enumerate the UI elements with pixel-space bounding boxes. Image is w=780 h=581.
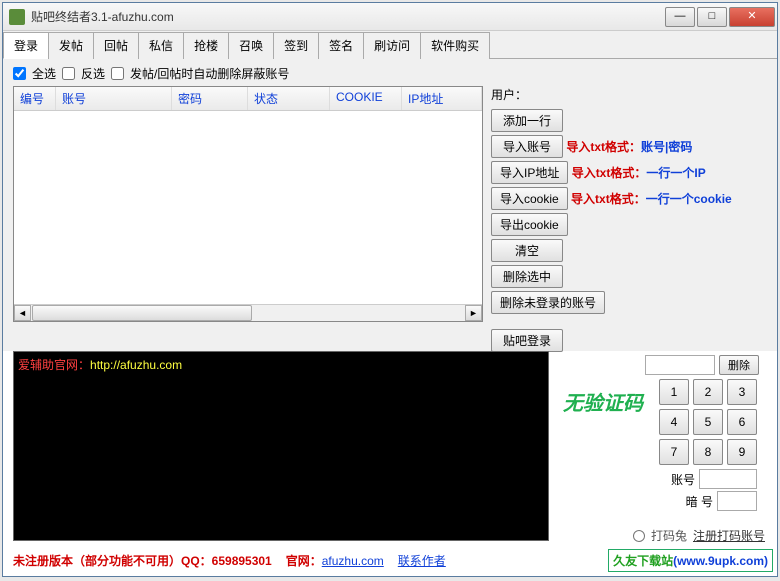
- th-password[interactable]: 密码: [172, 87, 248, 110]
- delete-captcha-button[interactable]: 删除: [719, 355, 759, 375]
- import-cookie-button[interactable]: 导入cookie: [491, 187, 568, 210]
- hint-ip-b: 一行一个IP: [646, 166, 705, 180]
- numpad-8[interactable]: 8: [693, 439, 723, 465]
- password-label: 暗 号: [686, 493, 713, 510]
- close-button[interactable]: ✕: [729, 7, 775, 27]
- invert-checkbox[interactable]: [62, 67, 75, 80]
- scroll-track[interactable]: [253, 305, 465, 321]
- dama-password-input[interactable]: [717, 491, 757, 511]
- lower-panel: 爱辅助官网：http://afuzhu.com 删除 无验证码 1 2 3 4 …: [3, 351, 777, 546]
- numpad-6[interactable]: 6: [727, 409, 757, 435]
- table-header: 编号 账号 密码 状态 COOKIE IP地址: [14, 87, 482, 111]
- select-all-checkbox[interactable]: [13, 67, 26, 80]
- tab-pm[interactable]: 私信: [138, 32, 184, 59]
- numpad-1[interactable]: 1: [659, 379, 689, 405]
- site-label: 官网：: [286, 554, 322, 568]
- console-url: http://afuzhu.com: [90, 358, 182, 372]
- delete-selected-button[interactable]: 删除选中: [491, 265, 563, 288]
- th-id[interactable]: 编号: [14, 87, 56, 110]
- titlebar[interactable]: 贴吧终结者3.1-afuzhu.com — □ ✕: [3, 3, 777, 31]
- tab-signature[interactable]: 签名: [318, 32, 364, 59]
- unregistered-label: 未注册版本（部分功能不可用）QQ：659895301: [13, 552, 272, 569]
- site-link[interactable]: afuzhu.com: [322, 554, 384, 568]
- app-icon: [9, 9, 25, 25]
- minimize-button[interactable]: —: [665, 7, 695, 27]
- scroll-right-icon[interactable]: ►: [465, 305, 482, 321]
- import-account-button[interactable]: 导入账号: [491, 135, 563, 158]
- tab-summon[interactable]: 召唤: [228, 32, 274, 59]
- scroll-thumb[interactable]: [32, 305, 252, 321]
- register-dama-link[interactable]: 注册打码账号: [693, 527, 765, 544]
- console-label: 爱辅助官网：: [18, 358, 90, 372]
- numpad-7[interactable]: 7: [659, 439, 689, 465]
- auto-delete-checkbox[interactable]: [111, 67, 124, 80]
- numpad-5[interactable]: 5: [693, 409, 723, 435]
- contact-link[interactable]: 联系作者: [398, 552, 446, 569]
- hint-acct-a: 导入txt格式：: [566, 140, 641, 154]
- import-ip-button[interactable]: 导入IP地址: [491, 161, 568, 184]
- dama-radio-label: 打码兔: [651, 527, 687, 544]
- hint-cookie-a: 导入txt格式：: [571, 192, 646, 206]
- watermark-name: 久友下载站: [613, 554, 673, 568]
- numpad-3[interactable]: 3: [727, 379, 757, 405]
- app-window: 贴吧终结者3.1-afuzhu.com — □ ✕ 登录 发帖 回帖 私信 抢楼…: [2, 2, 778, 577]
- dama-radio[interactable]: [633, 530, 645, 542]
- tab-grab[interactable]: 抢楼: [183, 32, 229, 59]
- table-body[interactable]: [14, 111, 482, 304]
- delete-unlogged-button[interactable]: 删除未登录的账号: [491, 291, 605, 314]
- captcha-input[interactable]: [645, 355, 715, 375]
- add-row-button[interactable]: 添加一行: [491, 109, 563, 132]
- maximize-button[interactable]: □: [697, 7, 727, 27]
- window-title: 贴吧终结者3.1-afuzhu.com: [31, 8, 665, 25]
- auto-delete-label: 发帖/回帖时自动删除屏蔽账号: [130, 65, 289, 82]
- captcha-panel: 删除 无验证码 1 2 3 4 5 6 7 8 9: [549, 351, 777, 546]
- scroll-left-icon[interactable]: ◄: [14, 305, 31, 321]
- tab-visit[interactable]: 刷访问: [363, 32, 421, 59]
- clear-button[interactable]: 清空: [491, 239, 563, 262]
- dama-account-input[interactable]: [699, 469, 757, 489]
- horizontal-scrollbar[interactable]: ◄ ►: [14, 304, 482, 321]
- th-status[interactable]: 状态: [248, 87, 330, 110]
- console-output[interactable]: 爱辅助官网：http://afuzhu.com: [13, 351, 549, 541]
- tab-buy[interactable]: 软件购买: [420, 32, 490, 59]
- export-cookie-button[interactable]: 导出cookie: [491, 213, 568, 236]
- tab-bar: 登录 发帖 回帖 私信 抢楼 召唤 签到 签名 刷访问 软件购买: [3, 31, 777, 59]
- select-all-label: 全选: [32, 65, 56, 82]
- account-label: 账号: [671, 471, 695, 488]
- numpad-9[interactable]: 9: [727, 439, 757, 465]
- th-account[interactable]: 账号: [56, 87, 172, 110]
- hint-cookie-b: 一行一个cookie: [646, 192, 732, 206]
- side-panel: 用户： 添加一行 导入账号 导入txt格式：账号|密码 导入IP地址 导入txt…: [491, 86, 767, 355]
- hint-acct-b: 账号|密码: [641, 140, 692, 154]
- tab-reply[interactable]: 回帖: [93, 32, 139, 59]
- watermark-url: (www.9upk.com): [673, 554, 768, 568]
- tab-login[interactable]: 登录: [3, 32, 49, 59]
- hint-ip-a: 导入txt格式：: [572, 166, 647, 180]
- tab-content: 全选 反选 发帖/回帖时自动删除屏蔽账号 编号 账号 密码 状态 COOKIE …: [3, 59, 777, 351]
- invert-label: 反选: [81, 65, 105, 82]
- numpad-4[interactable]: 4: [659, 409, 689, 435]
- watermark: 久友下载站(www.9upk.com): [608, 549, 773, 572]
- accounts-table: 编号 账号 密码 状态 COOKIE IP地址 ◄ ►: [13, 86, 483, 322]
- numpad-2[interactable]: 2: [693, 379, 723, 405]
- tieba-login-button[interactable]: 贴吧登录: [491, 329, 563, 352]
- th-ip[interactable]: IP地址: [402, 87, 482, 110]
- tab-signin[interactable]: 签到: [273, 32, 319, 59]
- tab-post[interactable]: 发帖: [48, 32, 94, 59]
- th-cookie[interactable]: COOKIE: [330, 87, 402, 110]
- user-label: 用户：: [491, 86, 767, 103]
